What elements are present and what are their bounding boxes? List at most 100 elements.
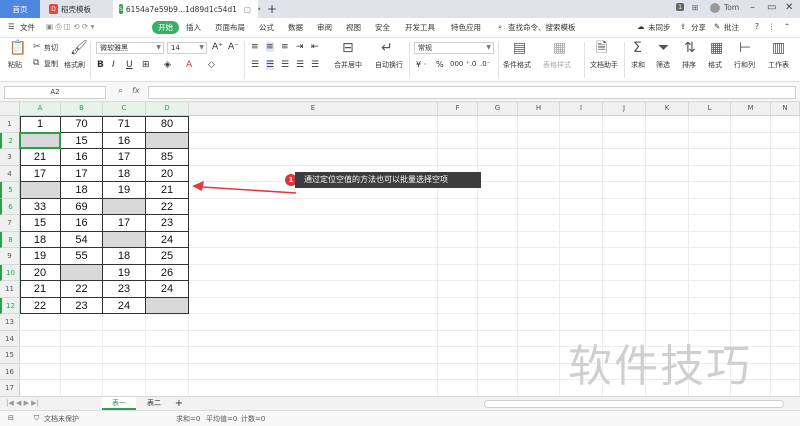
close-tab-icon[interactable]: • bbox=[257, 5, 261, 14]
format-icon[interactable]: ▦ bbox=[710, 41, 723, 55]
data-cell[interactable]: 1 bbox=[20, 116, 61, 133]
data-cell[interactable]: 16 bbox=[61, 149, 103, 166]
data-cell[interactable]: 15 bbox=[20, 215, 61, 232]
format-painter-icon[interactable]: 🖌 bbox=[70, 41, 88, 55]
comment-button[interactable]: 批注 bbox=[724, 22, 739, 33]
menu-developer[interactable]: 开发工具 bbox=[405, 22, 435, 33]
user-name[interactable]: Tom bbox=[724, 3, 739, 12]
worksheet-button[interactable]: 工作表 bbox=[768, 60, 789, 70]
sort-button[interactable]: 排序 bbox=[682, 60, 696, 70]
avatar[interactable] bbox=[710, 3, 720, 13]
sheet-nav-icons[interactable]: |◀ ◀ ▶ ▶| bbox=[6, 399, 39, 407]
row-header-14[interactable]: 14 bbox=[0, 330, 20, 347]
data-cell[interactable]: 24 bbox=[146, 231, 189, 248]
align-left-icon[interactable]: ☰ bbox=[251, 60, 259, 70]
merge-center-button[interactable]: 合并居中 bbox=[334, 60, 362, 70]
data-cell[interactable]: 17 bbox=[103, 149, 146, 166]
zoom-icon[interactable]: ⌕ bbox=[118, 86, 123, 96]
column-header-c[interactable]: C bbox=[103, 102, 146, 116]
row-header-4[interactable]: 4 bbox=[0, 165, 20, 182]
row-header-13[interactable]: 13 bbox=[0, 314, 20, 331]
sheet-tab-2[interactable]: 表二 bbox=[137, 397, 171, 410]
number-format-select[interactable]: 常规 ▼ bbox=[414, 42, 494, 54]
menu-special[interactable]: 特色应用 bbox=[451, 22, 481, 33]
align-bottom-icon[interactable]: ≡ bbox=[281, 42, 289, 52]
conditional-format-button[interactable]: 条件格式 bbox=[503, 60, 531, 70]
row-header-9[interactable]: 9 bbox=[0, 248, 20, 265]
menu-review[interactable]: 审阅 bbox=[317, 22, 332, 33]
align-middle-icon[interactable]: ≡ bbox=[266, 42, 274, 52]
font-decrease-icon[interactable]: A⁻ bbox=[228, 42, 239, 52]
cut-icon[interactable]: ✂ bbox=[33, 42, 41, 52]
column-header-b[interactable]: B bbox=[61, 102, 103, 116]
format-button[interactable]: 格式 bbox=[708, 60, 722, 70]
column-header-l[interactable]: L bbox=[689, 102, 731, 116]
protect-status[interactable]: 文档未保护 bbox=[44, 414, 79, 424]
blank-cell[interactable] bbox=[146, 132, 189, 149]
font-select[interactable]: 微软雅黑 ▼ bbox=[96, 42, 164, 54]
help-icon[interactable]: ? bbox=[755, 22, 759, 31]
data-cell[interactable]: 55 bbox=[61, 248, 103, 265]
data-cell[interactable]: 21 bbox=[20, 149, 61, 166]
row-header-16[interactable]: 16 bbox=[0, 363, 20, 380]
paste-icon[interactable]: 📋 bbox=[9, 41, 26, 55]
wrap-icon[interactable]: ↵ bbox=[381, 41, 393, 55]
row-header-2[interactable]: 2 bbox=[0, 132, 20, 149]
fill-color-icon[interactable]: ◈ bbox=[164, 60, 171, 70]
clear-icon[interactable]: ◇ bbox=[208, 60, 215, 70]
quick-toolbar-icons[interactable]: ▣ ⎙ ◫ ⟲ ⟳ ▾ bbox=[46, 22, 94, 32]
sheet-tab-1[interactable]: 表一 bbox=[102, 397, 136, 410]
column-header-e[interactable]: E bbox=[189, 102, 438, 116]
data-cell[interactable]: 24 bbox=[146, 281, 189, 298]
data-cell[interactable]: 25 bbox=[146, 248, 189, 265]
column-header-a[interactable]: A bbox=[20, 102, 61, 116]
row-header-10[interactable]: 10 bbox=[0, 264, 20, 281]
pin-icon[interactable]: ▢ bbox=[244, 5, 251, 14]
data-cell[interactable]: 24 bbox=[103, 297, 146, 314]
thousands-icon[interactable]: 000 bbox=[450, 60, 463, 68]
data-cell[interactable]: 85 bbox=[146, 149, 189, 166]
blank-cell[interactable] bbox=[61, 264, 103, 281]
data-cell[interactable]: 16 bbox=[61, 215, 103, 232]
data-cell[interactable]: 18 bbox=[61, 182, 103, 199]
data-cell[interactable]: 16 bbox=[103, 132, 146, 149]
border-icon[interactable]: ⊞ bbox=[142, 60, 150, 70]
menu-data[interactable]: 数据 bbox=[288, 22, 303, 33]
justify-icon[interactable]: ☰ bbox=[296, 60, 304, 70]
sort-icon[interactable]: ⇅ bbox=[684, 41, 696, 55]
row-col-icon[interactable]: ⊢ bbox=[739, 41, 751, 55]
menu-security[interactable]: 安全 bbox=[375, 22, 390, 33]
sum-icon[interactable]: Σ bbox=[633, 41, 642, 55]
font-increase-icon[interactable]: A⁺ bbox=[212, 42, 223, 52]
tab-document[interactable]: S 6154a7e59b9...1d89d1c54d1 ▢ • bbox=[113, 0, 261, 18]
data-cell[interactable]: 23 bbox=[61, 297, 103, 314]
blank-cell[interactable] bbox=[20, 182, 61, 199]
indent-icon[interactable]: ⇥ bbox=[296, 42, 304, 52]
comment-icon[interactable]: ✎ bbox=[714, 22, 720, 31]
blank-cell[interactable] bbox=[146, 297, 189, 314]
data-cell[interactable]: 17 bbox=[61, 165, 103, 182]
share-icon[interactable]: ⇪ bbox=[680, 22, 686, 31]
distribute-icon[interactable]: ☰ bbox=[311, 60, 319, 70]
filter-button[interactable]: 筛选 bbox=[656, 60, 670, 70]
tab-home[interactable]: 首页 bbox=[0, 0, 40, 18]
italic-icon[interactable]: I bbox=[112, 60, 115, 70]
currency-icon[interactable]: ¥ · bbox=[416, 60, 426, 69]
column-header-j[interactable]: J bbox=[603, 102, 646, 116]
worksheet-icon[interactable]: ▥ bbox=[772, 41, 785, 55]
row-header-15[interactable]: 15 bbox=[0, 347, 20, 364]
decimal-increase-icon[interactable]: ⁺.0 bbox=[466, 60, 476, 68]
sum-button[interactable]: 求和 bbox=[631, 60, 645, 70]
bold-icon[interactable]: B bbox=[97, 60, 104, 70]
new-tab-button[interactable]: + bbox=[265, 2, 279, 16]
sync-icon[interactable]: ☁ bbox=[637, 22, 645, 31]
format-painter-button[interactable]: 格式刷 bbox=[64, 60, 85, 70]
column-header-i[interactable]: I bbox=[560, 102, 603, 116]
search-icon[interactable]: ⌕ bbox=[498, 22, 502, 32]
menu-view[interactable]: 视图 bbox=[346, 22, 361, 33]
row-header-8[interactable]: 8 bbox=[0, 231, 20, 248]
hamburger-icon[interactable]: ☰ bbox=[8, 22, 15, 31]
add-sheet-icon[interactable]: + bbox=[172, 397, 186, 410]
merge-icon[interactable]: ⊟ bbox=[342, 41, 354, 55]
data-cell[interactable]: 22 bbox=[20, 297, 61, 314]
